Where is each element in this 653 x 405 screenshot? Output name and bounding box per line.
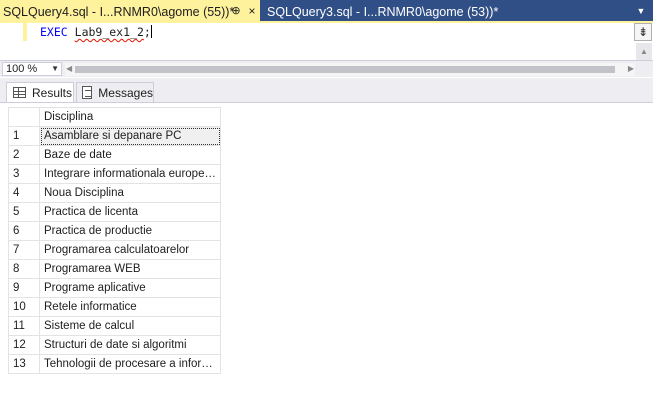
horizontal-scroll-thumb[interactable] xyxy=(75,66,615,73)
disciplina-cell[interactable]: Programarea calculatoarelor xyxy=(39,240,221,260)
row-number[interactable]: 7 xyxy=(8,240,40,260)
table-row[interactable]: 12 Structuri de date si algoritmi xyxy=(8,335,221,355)
procedure-name: Lab9_ex1_2 xyxy=(74,25,144,39)
scroll-up-arrow-icon[interactable]: ▲ xyxy=(640,47,648,56)
tab-results-label: Results xyxy=(32,85,73,100)
table-row[interactable]: 4 Noua Disciplina xyxy=(8,183,221,203)
table-row[interactable]: 3 Integrare informationala europeana xyxy=(8,164,221,184)
row-number[interactable]: 8 xyxy=(8,259,40,279)
disciplina-cell[interactable]: Practica de licenta xyxy=(39,202,221,222)
table-row[interactable]: 9 Programe aplicative xyxy=(8,278,221,298)
tab-sqlquery4-label: SQLQuery4.sql - I...RNMR0\agome (55))* xyxy=(3,4,235,19)
disciplina-cell[interactable]: Retele informatice xyxy=(39,297,221,317)
table-row[interactable]: 5 Practica de licenta xyxy=(8,202,221,222)
row-number[interactable]: 3 xyxy=(8,164,40,184)
results-grid-area: Disciplina 1 Asamblare si depanare PC 2 … xyxy=(0,102,653,405)
disciplina-cell[interactable]: Practica de productie xyxy=(39,221,221,241)
table-row[interactable]: 1 Asamblare si depanare PC xyxy=(8,126,221,146)
row-number[interactable]: 2 xyxy=(8,145,40,165)
close-icon[interactable]: × xyxy=(245,3,259,19)
disciplina-cell[interactable]: Structuri de date si algoritmi xyxy=(39,335,221,355)
table-row[interactable]: 10 Retele informatice xyxy=(8,297,221,317)
disciplina-cell[interactable]: Integrare informationala europeana xyxy=(39,164,221,184)
tab-messages-label: Messages xyxy=(98,85,153,100)
row-number[interactable]: 4 xyxy=(8,183,40,203)
table-row[interactable]: 7 Programarea calculatoarelor xyxy=(8,240,221,260)
messages-icon xyxy=(82,86,93,99)
results-grid: Disciplina 1 Asamblare si depanare PC 2 … xyxy=(8,107,221,374)
tab-messages[interactable]: Messages xyxy=(76,82,154,102)
row-number[interactable]: 13 xyxy=(8,354,40,374)
tab-sqlquery3-label: SQLQuery3.sql - I...RNMR0\agome (53))* xyxy=(267,4,499,19)
tab-list-dropdown-icon[interactable]: ▼ xyxy=(634,4,648,18)
tab-sqlquery3[interactable]: SQLQuery3.sql - I...RNMR0\agome (53))* xyxy=(262,0,499,23)
table-row[interactable]: 8 Programarea WEB xyxy=(8,259,221,279)
disciplina-cell[interactable]: Baze de date xyxy=(39,145,221,165)
row-number[interactable]: 1 xyxy=(8,126,40,146)
row-number-header[interactable] xyxy=(8,107,40,127)
editor-change-marker xyxy=(23,23,27,41)
row-number[interactable]: 9 xyxy=(8,278,40,298)
disciplina-cell[interactable]: Programarea WEB xyxy=(39,259,221,279)
pin-icon[interactable]: ⊕ xyxy=(229,4,243,18)
results-tab-strip: Results Messages xyxy=(0,78,653,102)
editor-vertical-scrollbar[interactable]: ▲ xyxy=(636,43,652,61)
table-row[interactable]: 6 Practica de productie xyxy=(8,221,221,241)
scroll-left-arrow-icon[interactable]: ◀ xyxy=(66,64,72,73)
exec-keyword: EXEC xyxy=(40,25,68,39)
editor-horizontal-scrollbar[interactable]: ◀ ▶ xyxy=(65,63,635,76)
disciplina-cell[interactable]: Programe aplicative xyxy=(39,278,221,298)
grid-header-row: Disciplina xyxy=(8,107,221,127)
row-number[interactable]: 11 xyxy=(8,316,40,336)
editor-gutter xyxy=(0,23,22,60)
disciplina-cell[interactable]: Asamblare si depanare PC xyxy=(39,126,221,146)
text-caret xyxy=(150,25,152,38)
tab-results[interactable]: Results xyxy=(6,82,74,102)
disciplina-cell[interactable]: Sisteme de calcul xyxy=(39,316,221,336)
row-number[interactable]: 12 xyxy=(8,335,40,355)
row-number[interactable]: 10 xyxy=(8,297,40,317)
query-editor[interactable]: EXEC Lab9_ex1_2; xyxy=(0,23,653,61)
chevron-down-icon: ▼ xyxy=(51,64,59,73)
zoom-value: 100 % xyxy=(6,63,38,75)
zoom-dropdown[interactable]: 100 % ▼ xyxy=(2,62,62,76)
zoom-bar: 100 % ▼ ◀ ▶ xyxy=(0,60,653,77)
tab-sqlquery4[interactable]: SQLQuery4.sql - I...RNMR0\agome (55))* xyxy=(0,0,260,23)
table-row[interactable]: 13 Tehnologii de procesare a inform... xyxy=(8,354,221,374)
row-number[interactable]: 5 xyxy=(8,202,40,222)
table-row[interactable]: 11 Sisteme de calcul xyxy=(8,316,221,336)
disciplina-cell[interactable]: Noua Disciplina xyxy=(39,183,221,203)
row-number[interactable]: 6 xyxy=(8,221,40,241)
disciplina-cell[interactable]: Tehnologii de procesare a inform... xyxy=(39,354,221,374)
table-row[interactable]: 2 Baze de date xyxy=(8,145,221,165)
scroll-right-arrow-icon[interactable]: ▶ xyxy=(628,64,634,73)
editor-line-1[interactable]: EXEC Lab9_ex1_2; xyxy=(40,25,152,39)
split-editor-icon[interactable]: ⇟ xyxy=(634,23,652,41)
column-header-disciplina[interactable]: Disciplina xyxy=(39,107,221,127)
statement-terminator: ; xyxy=(143,25,151,39)
grid-icon xyxy=(13,87,26,98)
